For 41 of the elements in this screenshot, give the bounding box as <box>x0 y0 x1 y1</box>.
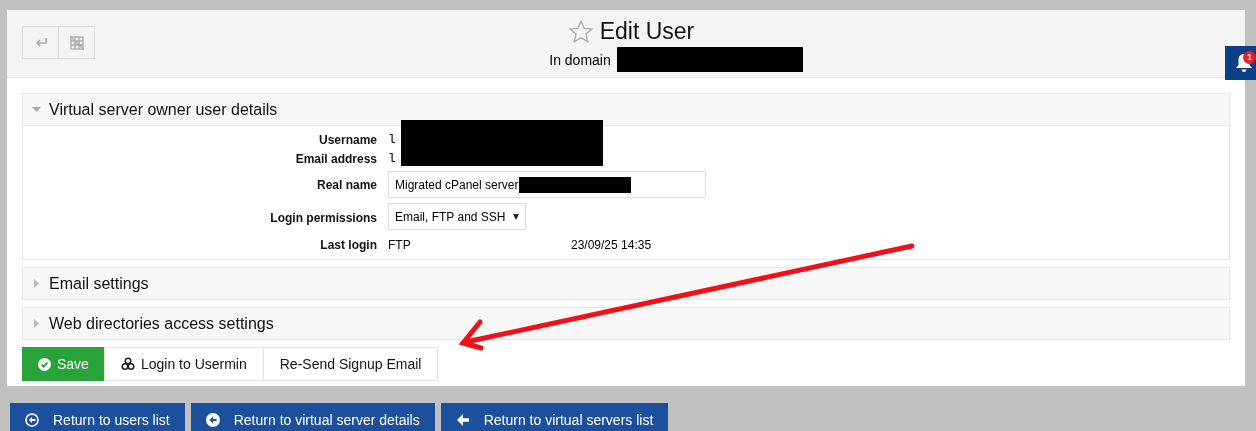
circle-arrow-left-icon <box>205 413 220 427</box>
return-button[interactable]: Return to virtual server details <box>190 403 435 431</box>
notifications-button[interactable]: 1 <box>1225 46 1256 80</box>
field-value: FTP <box>388 237 412 252</box>
section-header[interactable]: Virtual server owner user details <box>23 94 1229 126</box>
return-button[interactable]: Return to users list <box>10 403 185 431</box>
section-title: Web directories access settings <box>49 314 274 333</box>
field-label: Real name <box>315 177 377 192</box>
return-arrow-icon <box>33 36 48 49</box>
page-title: Edit User <box>599 18 695 45</box>
arrow-left-icon <box>455 413 470 427</box>
caret-down-icon <box>32 105 41 114</box>
permissions-dropdown[interactable]: Email, FTP and SSH <box>388 203 527 230</box>
field-label: Email address <box>294 151 377 166</box>
check-circle-icon <box>38 357 51 371</box>
domain-label: In domain <box>549 51 611 68</box>
back-button[interactable] <box>22 26 59 59</box>
login-time: 23/09/25 14:35 <box>571 237 652 252</box>
section-header[interactable]: Email settings <box>23 268 1229 299</box>
section-header[interactable]: Web directories access settings <box>23 308 1229 339</box>
trefoil-icon <box>120 357 135 371</box>
field-label: Username <box>317 132 377 147</box>
notification-badge: 1 <box>1243 51 1256 64</box>
field-value: l <box>388 132 396 147</box>
resend-email-button[interactable]: Re-Send Signup Email <box>262 347 439 381</box>
field-label: Login permissions <box>269 211 377 225</box>
caret-right-icon <box>32 319 41 328</box>
caret-right-icon <box>32 279 41 288</box>
real-name-field[interactable]: Migrated cPanel server <box>388 171 706 198</box>
usermin-login-button[interactable]: Login to Usermin <box>103 347 264 381</box>
grid-toggle-button[interactable] <box>58 26 95 59</box>
circle-arrow-left-icon <box>25 413 39 427</box>
crossed-grid-icon <box>68 34 85 51</box>
field-label: Last login <box>319 237 377 252</box>
star-icon[interactable] <box>567 18 594 45</box>
section-title: Email settings <box>49 274 149 293</box>
field-value: l <box>388 151 396 166</box>
return-button[interactable]: Return to virtual servers list <box>440 403 669 431</box>
section-title: Virtual server owner user details <box>49 100 278 119</box>
dropdown-caret-icon <box>513 213 520 220</box>
field-value: Migrated cPanel server <box>395 177 519 192</box>
